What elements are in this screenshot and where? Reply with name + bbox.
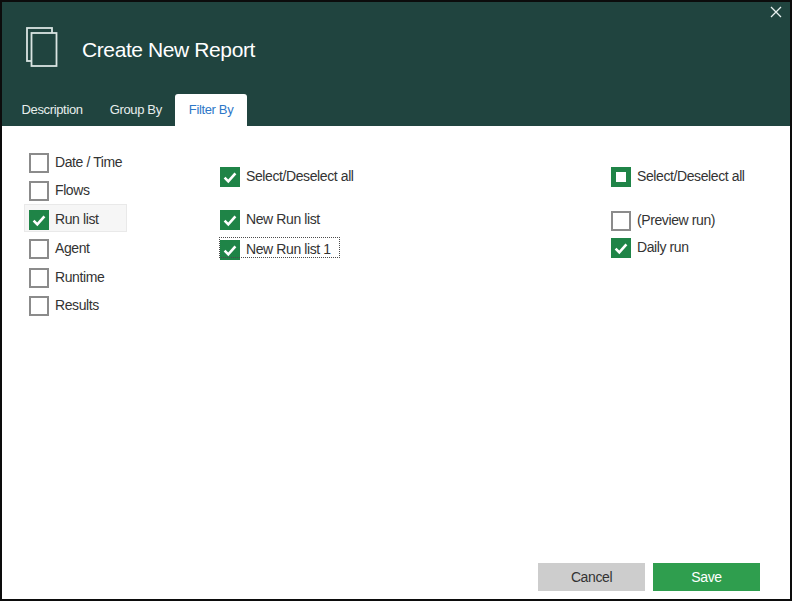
schedule-select-all-checkbox[interactable] (611, 167, 631, 187)
checkbox-row-agent[interactable]: Agent (29, 239, 90, 259)
checkbox-label: (Preview run) (637, 212, 715, 228)
checkbox-label: Select/Deselect all (246, 168, 354, 184)
checkbox-label: New Run list 1 (246, 241, 331, 257)
checkbox-row-run-list[interactable]: Run list (29, 210, 98, 230)
runlist-select-all-checkbox[interactable] (220, 167, 240, 187)
checkbox-row-date-time[interactable]: Date / Time (29, 153, 122, 173)
agent-checkbox[interactable] (29, 239, 49, 259)
checkbox-row-results[interactable]: Results (29, 296, 99, 316)
check-icon (220, 167, 240, 187)
check-icon (220, 210, 240, 230)
tab-description[interactable]: Description (8, 94, 96, 126)
close-icon (770, 6, 782, 18)
checkbox-row-preview-run[interactable]: (Preview run) (611, 211, 715, 231)
date-time-checkbox[interactable] (29, 153, 49, 173)
dialog-header: Create New Report Description Group By F… (2, 2, 790, 126)
checkbox-label: Agent (55, 240, 90, 256)
new-run-list-1-checkbox[interactable] (220, 240, 240, 260)
check-icon (220, 240, 240, 260)
daily-run-checkbox[interactable] (611, 238, 631, 258)
checkbox-label: Runtime (55, 269, 104, 285)
checkbox-row-new-run-list[interactable]: New Run list (220, 210, 320, 230)
run-list-checkbox[interactable] (29, 210, 49, 230)
cancel-button[interactable]: Cancel (538, 563, 645, 591)
results-checkbox[interactable] (29, 296, 49, 316)
runtime-checkbox[interactable] (29, 268, 49, 288)
new-run-list-checkbox[interactable] (220, 210, 240, 230)
checkbox-row-new-run-list-1[interactable]: New Run list 1 (220, 240, 331, 260)
close-button[interactable] (765, 1, 787, 22)
filter-by-panel: Date / Time Flows Run list Agent Runtime… (2, 126, 790, 599)
checkbox-label: Run list (55, 211, 98, 227)
check-icon (611, 238, 631, 258)
preview-run-checkbox[interactable] (611, 211, 631, 231)
checkbox-row-runtime[interactable]: Runtime (29, 268, 104, 288)
checkbox-row-runlist-select-all[interactable]: Select/Deselect all (220, 167, 354, 187)
checkbox-label: New Run list (246, 211, 320, 227)
create-new-report-dialog: Create New Report Description Group By F… (0, 0, 792, 601)
checkbox-label: Results (55, 297, 99, 313)
checkbox-label: Daily run (637, 239, 689, 255)
flows-checkbox[interactable] (29, 181, 49, 201)
checkbox-label: Flows (55, 182, 90, 198)
report-document-icon (26, 27, 58, 67)
tab-group-by[interactable]: Group By (96, 94, 175, 126)
tab-filter-by[interactable]: Filter By (175, 94, 247, 126)
checkbox-row-schedule-select-all[interactable]: Select/Deselect all (611, 167, 745, 187)
save-button[interactable]: Save (653, 563, 760, 591)
tab-bar: Description Group By Filter By (8, 94, 247, 126)
checkbox-row-daily-run[interactable]: Daily run (611, 238, 689, 258)
check-icon (29, 210, 49, 230)
checkbox-label: Date / Time (55, 154, 122, 170)
checkbox-row-flows[interactable]: Flows (29, 181, 90, 201)
checkbox-label: Select/Deselect all (637, 168, 745, 184)
dialog-title: Create New Report (82, 32, 255, 68)
